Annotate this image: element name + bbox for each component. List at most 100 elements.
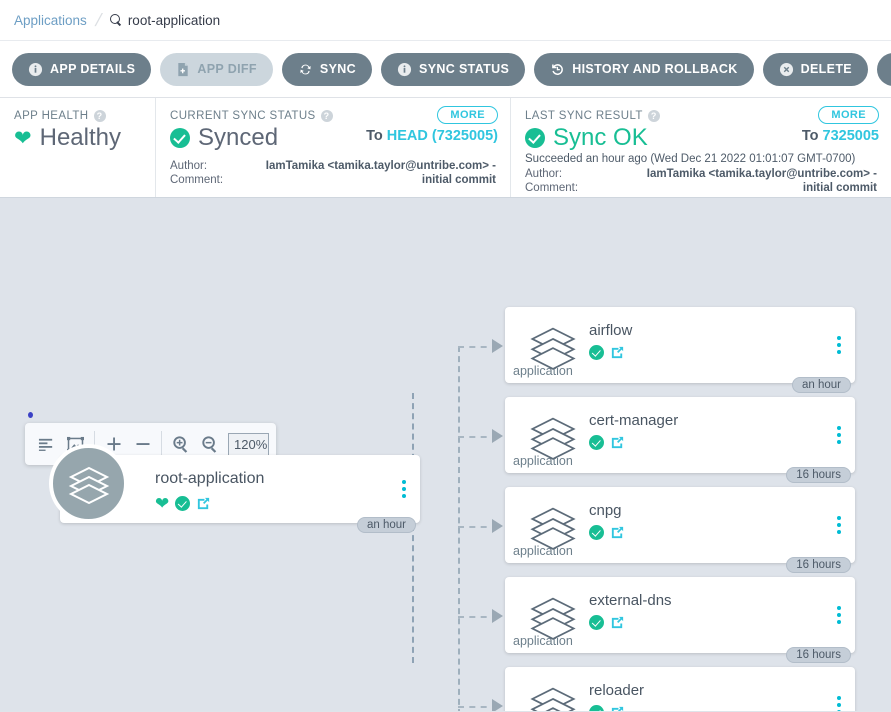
- node-age-badge: 16 hours: [786, 557, 851, 573]
- history-and-rollback-button[interactable]: HISTORY AND ROLLBACK: [534, 52, 754, 86]
- node-name: cert-manager: [589, 412, 679, 429]
- info-icon: [28, 62, 43, 77]
- node-status-icons: [589, 615, 625, 630]
- node-name: reloader: [589, 682, 645, 699]
- external-link-icon[interactable]: [610, 345, 625, 360]
- refresh-button[interactable]: REFRESH: [877, 52, 891, 86]
- delete-button[interactable]: DELETE: [762, 52, 868, 86]
- node-status-icons: [589, 705, 625, 711]
- tree-node-cnpg[interactable]: application cnpg 16 hours: [505, 487, 855, 573]
- heart-icon: ❤: [155, 494, 170, 513]
- help-icon[interactable]: ?: [320, 110, 333, 122]
- history-and-rollback-label: HISTORY AND ROLLBACK: [572, 62, 738, 76]
- help-icon[interactable]: ?: [93, 110, 106, 122]
- current-sync-status-panel: CURRENT SYNC STATUS ? MORE Synced To HEA…: [155, 98, 510, 197]
- external-link-icon[interactable]: [610, 435, 625, 450]
- help-icon[interactable]: ?: [647, 110, 660, 122]
- breadcrumb-current-label: root-application: [127, 12, 221, 28]
- sync-button[interactable]: SYNC: [281, 52, 373, 86]
- zoom-level-input[interactable]: 120%: [228, 432, 269, 456]
- comment-value: initial commit: [421, 174, 496, 187]
- node-status-icons: [589, 345, 625, 360]
- external-link-icon[interactable]: [610, 705, 625, 711]
- table-row: Author: IamTamika <tamika.taylor@untribe…: [525, 167, 877, 181]
- history-icon: [550, 62, 565, 77]
- application-tree-canvas[interactable]: 120% root-application ❤ an hour applicat…: [0, 198, 891, 711]
- node-status-icons: ❤: [155, 495, 211, 512]
- node-status-icons: [589, 435, 625, 450]
- status-strip: APP HEALTH ? ❤ Healthy CURRENT SYNC STAT…: [0, 98, 891, 198]
- file-diff-icon: [176, 62, 190, 77]
- last-sync-value: Sync OK: [553, 124, 648, 151]
- selection-dot: [28, 412, 33, 418]
- external-link-icon[interactable]: [610, 525, 625, 540]
- last-sync-more-button[interactable]: MORE: [818, 106, 879, 124]
- application-stack-icon: [527, 324, 579, 375]
- tree-node-external-dns[interactable]: application external-dns 16 hours: [505, 577, 855, 663]
- sync-label: SYNC: [319, 62, 357, 76]
- external-link-icon[interactable]: [196, 496, 211, 511]
- current-sync-to-prefix: To: [366, 128, 383, 144]
- breadcrumb-applications-link[interactable]: Applications: [14, 13, 87, 28]
- search-icon: [109, 13, 123, 27]
- tree-arrow-icon: [492, 339, 503, 353]
- sync-status-button[interactable]: SYNC STATUS: [381, 52, 526, 86]
- application-stack-icon: [527, 684, 579, 711]
- tree-node-airflow[interactable]: application airflow an hour: [505, 307, 855, 393]
- current-sync-more-button[interactable]: MORE: [437, 106, 498, 124]
- tree-arrow-icon: [492, 519, 503, 533]
- table-row: Comment: initial commit: [170, 173, 496, 187]
- check-circle-icon: [589, 345, 604, 360]
- tree-node-cert-manager[interactable]: application cert-manager 16 hours: [505, 397, 855, 483]
- application-stack-icon: [527, 414, 579, 465]
- align-left-icon[interactable]: [32, 429, 61, 459]
- kebab-menu-icon[interactable]: [837, 606, 841, 624]
- current-sync-value: Synced: [198, 124, 279, 151]
- comment-value: initial commit: [802, 182, 877, 195]
- sync-status-label: SYNC STATUS: [419, 62, 510, 76]
- tree-trunk-connector: [458, 346, 460, 711]
- app-health-label: APP HEALTH ?: [14, 110, 141, 122]
- sync-icon: [298, 62, 313, 77]
- kebab-menu-icon[interactable]: [402, 480, 406, 498]
- app-health-value-row: ❤ Healthy: [14, 124, 141, 152]
- kebab-menu-icon[interactable]: [837, 516, 841, 534]
- heart-icon: ❤: [14, 126, 32, 150]
- tree-arrow-icon: [492, 699, 503, 711]
- check-circle-icon: [589, 615, 604, 630]
- comment-label: Comment:: [525, 182, 579, 195]
- node-name: cnpg: [589, 502, 622, 519]
- app-diff-label: APP DIFF: [197, 62, 257, 76]
- last-sync-succeeded-line: Succeeded an hour ago (Wed Dec 21 2022 0…: [525, 153, 856, 165]
- check-circle-icon: [589, 435, 604, 450]
- tree-arrow-icon: [492, 429, 503, 443]
- comment-label: Comment:: [170, 174, 224, 187]
- node-name: root-application: [155, 470, 265, 487]
- external-link-icon[interactable]: [610, 615, 625, 630]
- current-sync-revision-link[interactable]: HEAD (7325005): [387, 128, 498, 144]
- application-stack-icon: [527, 594, 579, 645]
- app-diff-button[interactable]: APP DIFF: [160, 52, 273, 86]
- kebab-menu-icon[interactable]: [837, 336, 841, 354]
- node-age-badge: 16 hours: [786, 467, 851, 483]
- action-toolbar: APP DETAILS APP DIFF SYNC SYNC STATUS HI…: [0, 41, 891, 98]
- last-sync-details: Author: IamTamika <tamika.taylor@untribe…: [525, 167, 877, 196]
- delete-circle-icon: [779, 62, 794, 77]
- node-status-icons: [589, 525, 625, 540]
- tree-node-root-application[interactable]: root-application ❤ an hour: [49, 444, 420, 533]
- breadcrumb-bar: Applications / root-application: [0, 0, 891, 41]
- table-row: Author: IamTamika <tamika.taylor@untribe…: [170, 159, 496, 173]
- application-stack-icon: [527, 504, 579, 555]
- app-details-button[interactable]: APP DETAILS: [12, 52, 152, 86]
- check-circle-icon: [589, 705, 604, 711]
- app-details-label: APP DETAILS: [50, 62, 136, 76]
- tree-node-reloader[interactable]: application reloader: [505, 667, 855, 711]
- app-health-value: Healthy: [39, 124, 121, 151]
- breadcrumb-separator: /: [93, 9, 104, 30]
- last-sync-revision-link[interactable]: 7325005: [823, 128, 879, 144]
- kebab-menu-icon[interactable]: [837, 426, 841, 444]
- kebab-menu-icon[interactable]: [837, 696, 841, 711]
- current-sync-details: Author: IamTamika <tamika.taylor@untribe…: [170, 159, 496, 188]
- author-value: IamTamika <tamika.taylor@untribe.com> -: [646, 168, 877, 180]
- check-circle-icon: [175, 496, 191, 511]
